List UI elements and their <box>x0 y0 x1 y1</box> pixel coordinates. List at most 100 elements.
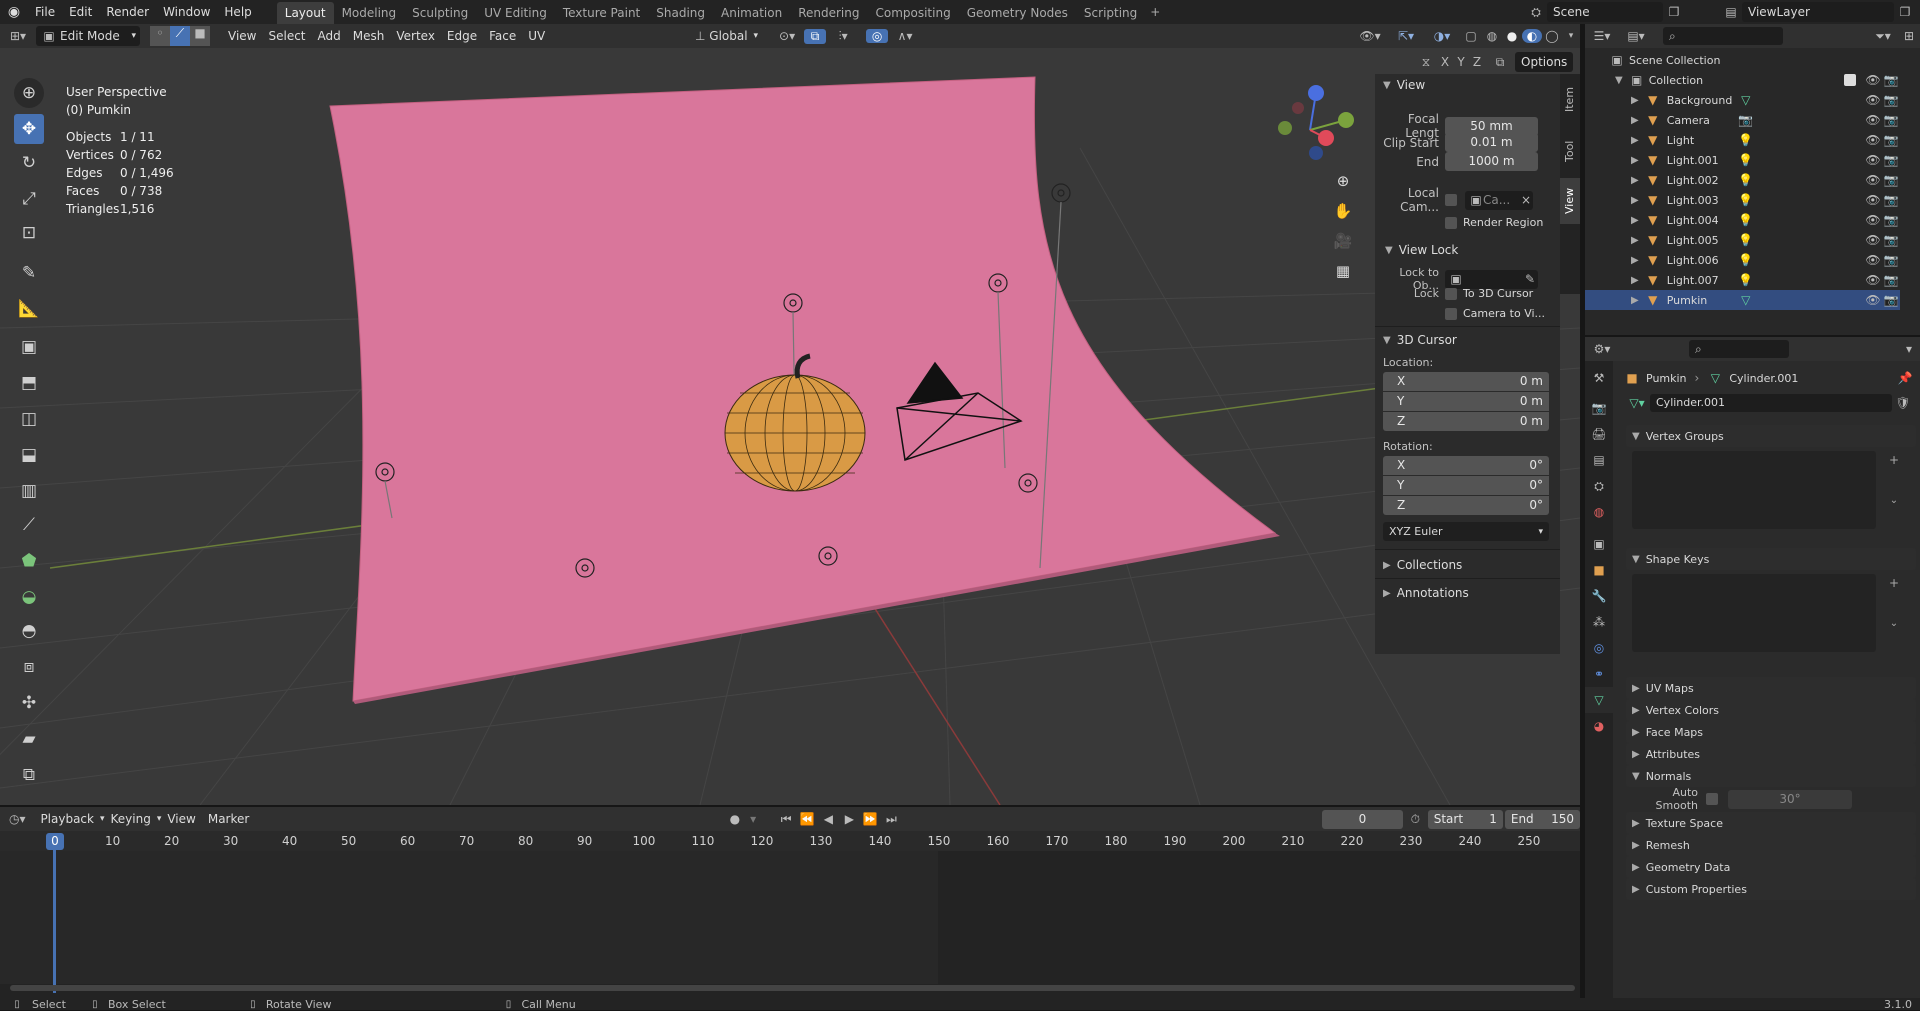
cursor-tool-icon[interactable]: ⊕ <box>14 78 44 108</box>
render-camera-icon[interactable]: 📷 <box>1882 213 1900 227</box>
object-tab-icon[interactable]: ■ <box>1585 557 1613 583</box>
add-cube-tool-icon[interactable]: ▣ <box>14 332 44 362</box>
render-camera-icon[interactable]: 📷 <box>1882 273 1900 287</box>
editor-type-icon[interactable]: ◷▾ <box>0 812 34 826</box>
play-icon[interactable]: ▶ <box>839 812 860 826</box>
axis-z-toggle[interactable]: Z <box>1469 55 1485 69</box>
scene-name[interactable]: Scene <box>1547 2 1663 22</box>
chevron-right-icon[interactable]: ▶ <box>1631 235 1639 246</box>
keyframe-dropdown-icon[interactable]: ▾ <box>744 812 761 826</box>
material-shading-icon[interactable]: ◐ <box>1522 29 1542 43</box>
light-icon[interactable]: 💡 <box>1737 193 1755 207</box>
editor-type-icon[interactable]: ☰▾ <box>1585 29 1619 43</box>
panel-vertex-colors[interactable]: ▶ Vertex Colors <box>1626 699 1916 721</box>
jump-start-icon[interactable]: ⏮ <box>776 812 797 827</box>
tab-item[interactable]: Item <box>1560 74 1580 124</box>
keying-menu[interactable]: Keying <box>105 809 157 829</box>
playhead[interactable] <box>53 833 56 993</box>
view-lock-header[interactable]: ▼ View Lock <box>1385 240 1555 260</box>
menu-window[interactable]: Window <box>156 0 217 24</box>
chevron-right-icon[interactable]: ▶ <box>1631 295 1639 306</box>
add-icon[interactable]: + <box>1886 453 1902 467</box>
next-keyframe-icon[interactable]: ⏩ <box>860 812 881 826</box>
light-icon[interactable]: 💡 <box>1737 173 1755 187</box>
scene-tab-icon[interactable]: ⛭ <box>1585 473 1613 499</box>
inset-tool-icon[interactable]: ◫ <box>14 404 44 434</box>
current-frame-field[interactable]: 0 <box>1321 809 1403 829</box>
menu-edit[interactable]: Edit <box>62 0 99 24</box>
options-dropdown-icon[interactable]: ▾ <box>1898 342 1920 356</box>
new-collection-icon[interactable]: ⊞ <box>1898 29 1920 43</box>
outliner-item[interactable]: ▶ ▼ Light.004 💡 👁 📷 <box>1585 210 1900 230</box>
lock-to-object-field[interactable]: ▣ ✎ <box>1445 269 1538 289</box>
perspective-toggle-icon[interactable]: ▦ <box>1330 258 1356 284</box>
shading-options-icon[interactable]: ▾ <box>1562 31 1580 41</box>
world-tab-icon[interactable]: ◍ <box>1585 499 1613 525</box>
mesh-data-tab-icon[interactable]: ▽ <box>1585 687 1613 713</box>
properties-search[interactable]: ⌕ <box>1689 340 1789 358</box>
local-camera-checkbox[interactable] <box>1445 194 1457 206</box>
render-camera-icon[interactable]: 📷 <box>1882 93 1900 107</box>
rotation-x-field[interactable]: X 0° <box>1383 456 1549 475</box>
timeline-scrollbar[interactable] <box>10 985 1575 991</box>
chevron-right-icon[interactable]: ▶ <box>1631 215 1639 226</box>
physics-tab-icon[interactable]: ◎ <box>1585 635 1613 661</box>
camera-view-icon[interactable]: 🎥 <box>1330 228 1356 254</box>
eyedropper-icon[interactable]: ✎ <box>1522 272 1538 286</box>
panel-uv-maps[interactable]: ▶ UV Maps <box>1626 677 1916 699</box>
eye-icon[interactable]: 👁 <box>1864 273 1882 287</box>
gizmo-icon[interactable]: ⇱▾ <box>1388 29 1424 43</box>
chevron-right-icon[interactable]: ▶ <box>1631 155 1639 166</box>
eye-icon[interactable]: 👁 <box>1864 193 1882 207</box>
loop-cut-tool-icon[interactable]: ▥ <box>14 476 44 506</box>
tab-modeling[interactable]: Modeling <box>334 2 405 24</box>
panel-geometry-data[interactable]: ▶ Geometry Data <box>1626 856 1916 878</box>
zoom-icon[interactable]: ⊕ <box>1330 168 1356 194</box>
playback-menu[interactable]: Playback <box>34 809 100 829</box>
view-layer-name[interactable]: ViewLayer <box>1742 2 1894 22</box>
panel-vertex-groups[interactable]: ▼ Vertex Groups <box>1626 425 1916 447</box>
eye-icon[interactable]: 👁 <box>1864 113 1882 127</box>
cursor-x-field[interactable]: X 0 m <box>1383 372 1549 391</box>
outliner-item[interactable]: ▶ ▼ Light.005 💡 👁 📷 <box>1585 230 1900 250</box>
light-icon[interactable]: 💡 <box>1737 233 1755 247</box>
panel-texture-space[interactable]: ▶ Texture Space <box>1626 812 1916 834</box>
timeline-view-menu[interactable]: View <box>161 809 201 829</box>
knife-tool-icon[interactable]: ⟋ <box>14 510 44 540</box>
render-camera-icon[interactable]: 📷 <box>1882 113 1900 127</box>
menu-mesh[interactable]: Mesh <box>347 26 391 46</box>
eye-icon[interactable]: 👁 <box>1864 73 1882 87</box>
tab-layout[interactable]: Layout <box>276 2 334 24</box>
menu-uv[interactable]: UV <box>522 26 551 46</box>
panel-custom-properties[interactable]: ▶ Custom Properties <box>1626 878 1916 900</box>
render-camera-icon[interactable]: 📷 <box>1882 253 1900 267</box>
eye-icon[interactable]: 👁 <box>1864 153 1882 167</box>
clip-end-field[interactable]: 1000 m <box>1445 152 1538 171</box>
eye-icon[interactable]: 👁 <box>1864 93 1882 107</box>
material-tab-icon[interactable]: ◕ <box>1585 713 1613 739</box>
camera-icon[interactable]: 📷 <box>1737 113 1755 127</box>
prev-keyframe-icon[interactable]: ⏪ <box>797 812 818 826</box>
outliner-item[interactable]: ▶ ▼ Light.006 💡 👁 📷 <box>1585 250 1900 270</box>
outliner-item[interactable]: ▶ ▼ Light.007 💡 👁 📷 <box>1585 270 1900 290</box>
filter-icon[interactable]: ⏷▾ <box>1868 29 1898 44</box>
menu-add[interactable]: Add <box>312 26 347 46</box>
copy-icon[interactable]: ❐ <box>1663 5 1685 19</box>
3d-cursor-header[interactable]: ▼ 3D Cursor <box>1375 329 1560 351</box>
proportional-edit-icon[interactable]: ◎ <box>866 29 889 43</box>
constraints-tab-icon[interactable]: ⚭ <box>1585 661 1613 687</box>
auto-merge-icon[interactable]: ⧉ <box>1489 55 1511 70</box>
fake-user-icon[interactable]: 🛡 <box>1892 396 1914 410</box>
particles-tab-icon[interactable]: ⁂ <box>1585 609 1613 635</box>
light-icon[interactable]: 💡 <box>1737 133 1755 147</box>
face-select-icon[interactable]: ■ <box>190 26 210 46</box>
record-icon[interactable]: ● <box>725 812 744 826</box>
eye-icon[interactable]: 👁 <box>1864 173 1882 187</box>
rotation-z-field[interactable]: Z 0° <box>1383 496 1549 515</box>
render-camera-icon[interactable]: 📷 <box>1882 173 1900 187</box>
tab-sculpting[interactable]: Sculpting <box>404 2 476 24</box>
vertex-select-icon[interactable]: ◦ <box>150 26 170 46</box>
xray-icon[interactable]: ▢ <box>1460 29 1482 43</box>
camera-to-view-checkbox[interactable] <box>1445 307 1457 320</box>
output-tab-icon[interactable]: 🖨 <box>1585 421 1613 447</box>
